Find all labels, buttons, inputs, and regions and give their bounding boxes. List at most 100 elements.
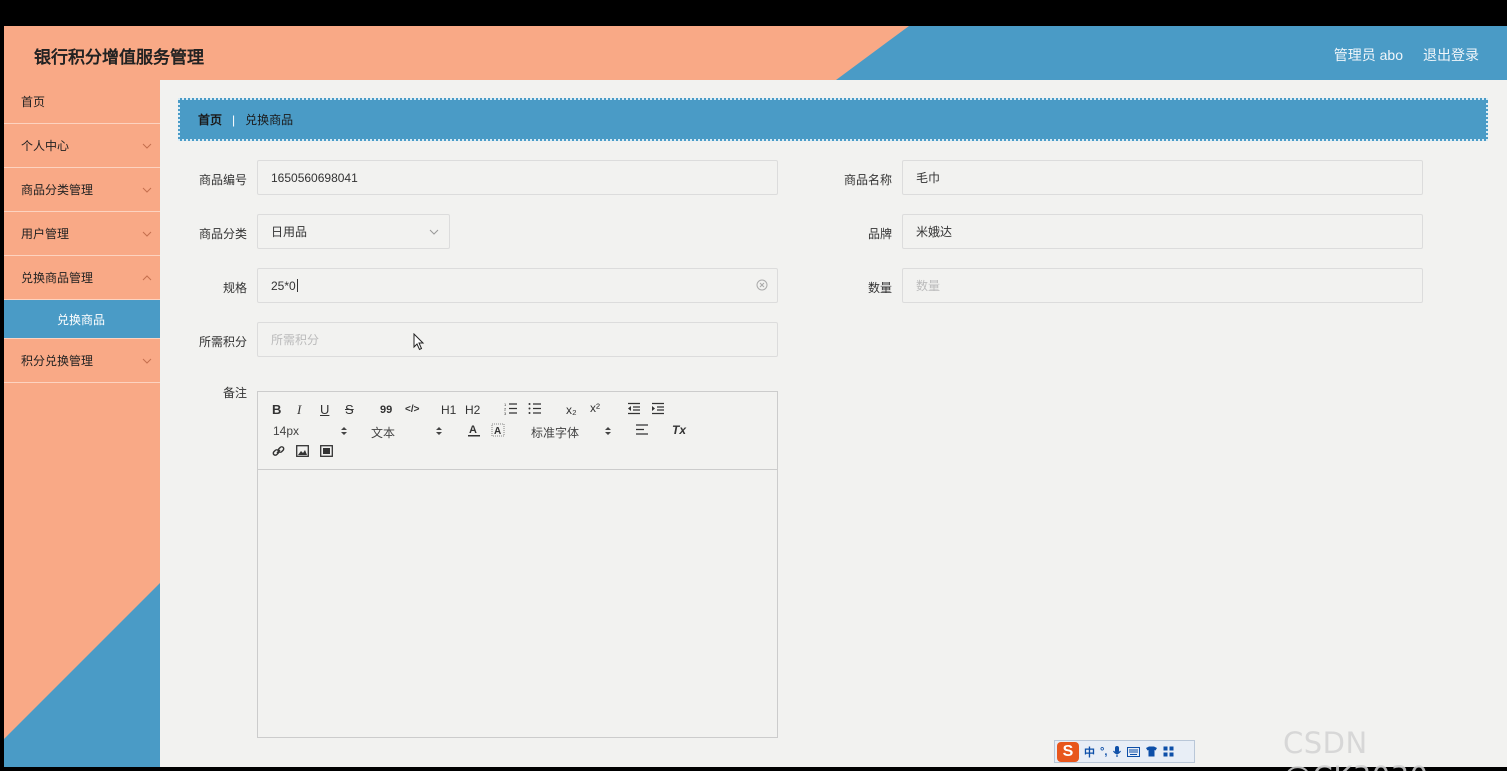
heading1-button[interactable]: H1	[441, 403, 456, 417]
category-label: 商品分类	[198, 227, 247, 241]
picker-arrows-icon	[605, 427, 611, 435]
points-label: 所需积分	[198, 335, 247, 349]
text-type-picker[interactable]: 文本	[371, 424, 447, 441]
picker-arrows-icon	[341, 427, 347, 435]
video-icon[interactable]	[320, 445, 333, 457]
watermark: CSDN @CK3030	[1283, 726, 1428, 771]
link-icon[interactable]	[272, 445, 285, 458]
sidebar-item-label: 首页	[21, 95, 46, 109]
spec-label: 规格	[222, 281, 247, 295]
font-family-picker[interactable]: 标准字体	[531, 424, 615, 441]
strikethrough-button[interactable]: S	[345, 403, 354, 417]
breadcrumb-separator: |	[232, 112, 236, 127]
bullet-list-icon[interactable]	[528, 402, 542, 415]
mouse-cursor-icon	[413, 333, 425, 351]
product-name-value: 毛巾	[916, 171, 941, 185]
breadcrumb: 首页 | 兑换商品	[178, 98, 1488, 141]
points-placeholder: 所需积分	[271, 333, 320, 347]
quantity-label: 数量	[867, 281, 892, 295]
font-size-picker[interactable]: 14px	[273, 424, 349, 438]
punctuation-icon[interactable]: °,	[1100, 746, 1107, 758]
chevron-down-icon	[142, 185, 152, 195]
header-background	[4, 26, 909, 80]
sidebar: 首页 个人中心 商品分类管理 用户管理 兑换商品管理 兑换商品 积分兑换管理	[4, 80, 160, 767]
app-title: 银行积分增值服务管理	[34, 48, 204, 67]
sidebar-subitem-exchange-product[interactable]: 兑换商品	[4, 300, 160, 339]
top-header: 银行积分增值服务管理 管理员 abo 退出登录	[4, 26, 1507, 80]
font-size-value: 14px	[273, 424, 300, 438]
editor-toolbar: B I U S 99 </> H1 H2 123 x₂ x² 14px 文本 A…	[258, 392, 777, 470]
code-block-button[interactable]: </>	[405, 403, 419, 417]
product-name-label: 商品名称	[843, 173, 892, 187]
microphone-icon[interactable]	[1112, 745, 1122, 758]
breadcrumb-home[interactable]: 首页	[198, 111, 222, 128]
sidebar-item-category-management[interactable]: 商品分类管理	[4, 168, 160, 212]
brand-input[interactable]: 米娥达	[902, 214, 1423, 249]
ime-toolbar[interactable]: S 中 °,	[1054, 740, 1195, 763]
subscript-button[interactable]: x₂	[566, 403, 577, 417]
bold-button[interactable]: B	[272, 403, 281, 417]
category-select[interactable]: 日用品	[257, 214, 450, 249]
clear-icon[interactable]	[756, 279, 768, 291]
keyboard-icon[interactable]	[1127, 746, 1141, 757]
chevron-up-icon	[142, 273, 152, 283]
app-window: 银行积分增值服务管理 管理员 abo 退出登录 首页 个人中心 商品分类管理 用…	[4, 26, 1507, 767]
clear-format-button[interactable]: Tx	[672, 423, 686, 437]
current-user[interactable]: 管理员 abo	[1334, 45, 1403, 65]
sidebar-item-label: 商品分类管理	[21, 183, 94, 197]
heading2-button[interactable]: H2	[465, 403, 480, 417]
sidebar-item-label: 个人中心	[21, 139, 70, 153]
editor-content-area[interactable]	[258, 470, 777, 737]
logout-button[interactable]: 退出登录	[1423, 45, 1479, 65]
text-caret	[296, 279, 298, 292]
ordered-list-icon[interactable]: 123	[504, 402, 518, 415]
spec-input[interactable]: 25*0	[257, 268, 778, 303]
background-color-icon[interactable]: A	[491, 423, 505, 437]
sidebar-item-exchange-product-management[interactable]: 兑换商品管理	[4, 256, 160, 300]
outdent-icon[interactable]	[627, 402, 641, 415]
ime-mode-label[interactable]: 中	[1084, 744, 1095, 760]
align-left-icon[interactable]	[635, 423, 649, 436]
chevron-down-icon	[142, 141, 152, 151]
superscript-button[interactable]: x²	[590, 401, 600, 415]
image-icon[interactable]	[296, 445, 309, 457]
quantity-placeholder: 数量	[916, 279, 941, 293]
product-no-label: 商品编号	[198, 173, 247, 187]
sidebar-item-home[interactable]: 首页	[4, 80, 160, 124]
svg-text:3: 3	[504, 411, 507, 415]
spec-value: 25*0	[271, 278, 296, 293]
italic-button[interactable]: I	[297, 403, 301, 417]
chevron-down-icon	[429, 229, 439, 235]
brand-label: 品牌	[867, 227, 892, 241]
sogou-logo-icon: S	[1057, 741, 1079, 762]
picker-arrows-icon	[436, 427, 442, 435]
svg-text:A: A	[469, 424, 477, 436]
brand-value: 米娥达	[916, 225, 953, 239]
underline-button[interactable]: U	[320, 403, 329, 417]
quantity-input[interactable]: 数量	[902, 268, 1423, 303]
sidebar-item-points-exchange-management[interactable]: 积分兑换管理	[4, 339, 160, 383]
toolbox-grid-icon[interactable]	[1163, 746, 1174, 757]
sidebar-item-user-management[interactable]: 用户管理	[4, 212, 160, 256]
text-type-value: 文本	[371, 426, 396, 440]
chevron-down-icon	[142, 356, 152, 366]
chevron-down-icon	[142, 229, 152, 239]
remark-label: 备注	[222, 386, 247, 400]
category-value: 日用品	[271, 225, 308, 239]
font-family-value: 标准字体	[531, 426, 580, 440]
sidebar-item-label: 用户管理	[21, 227, 70, 241]
product-no-value: 1650560698041	[271, 170, 358, 185]
product-no-input[interactable]: 1650560698041	[257, 160, 778, 195]
sidebar-item-label: 积分兑换管理	[21, 354, 94, 368]
indent-icon[interactable]	[651, 402, 665, 415]
product-name-input[interactable]: 毛巾	[902, 160, 1423, 195]
svg-text:A: A	[494, 426, 501, 437]
sidebar-item-label: 兑换商品管理	[21, 271, 94, 285]
rich-text-editor: B I U S 99 </> H1 H2 123 x₂ x² 14px 文本 A…	[257, 391, 778, 738]
blockquote-button[interactable]: 99	[380, 403, 392, 417]
breadcrumb-current: 兑换商品	[245, 113, 294, 127]
points-input[interactable]: 所需积分	[257, 322, 778, 357]
sidebar-item-personal-center[interactable]: 个人中心	[4, 124, 160, 168]
font-color-icon[interactable]: A	[467, 423, 481, 437]
skin-shirt-icon[interactable]	[1145, 746, 1158, 757]
